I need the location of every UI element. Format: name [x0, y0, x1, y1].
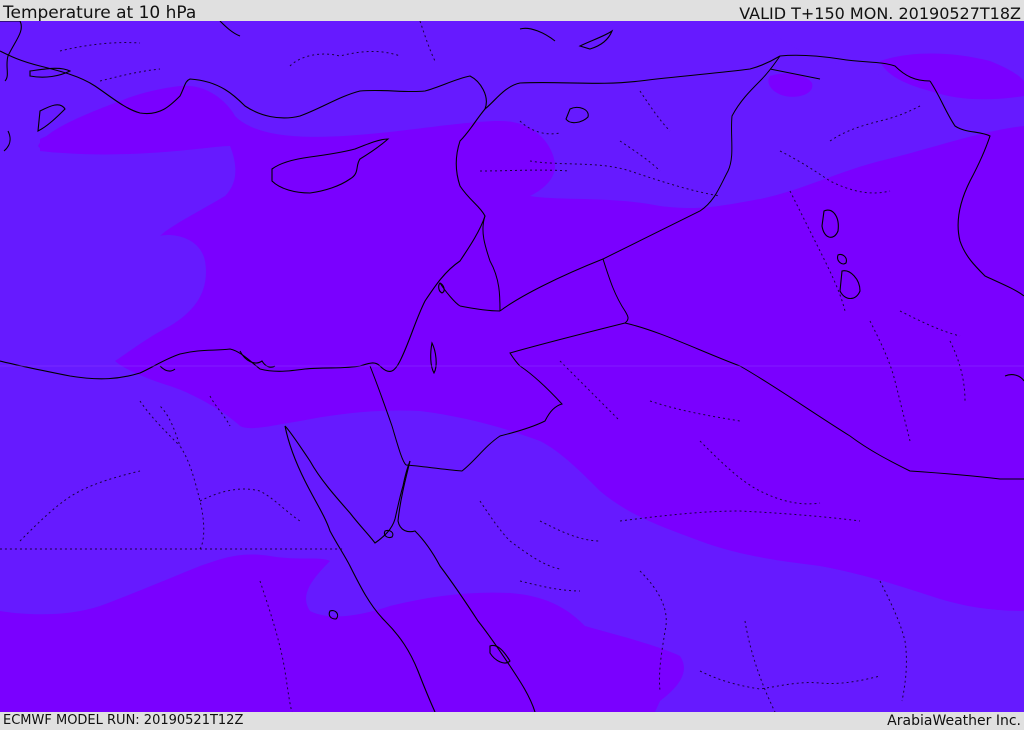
footer-bar: ECMWF MODEL RUN: 20190521T12Z ArabiaWeat… — [0, 712, 1024, 729]
header-bar: Temperature at 10 hPa VALID T+150 MON. 2… — [0, 0, 1024, 23]
map-title: Temperature at 10 hPa — [3, 3, 197, 23]
credit-label: ArabiaWeather Inc. — [887, 713, 1021, 729]
weather-map — [0, 21, 1024, 712]
map-canvas — [0, 21, 1024, 712]
model-run-label: ECMWF MODEL RUN: 20190521T12Z — [3, 713, 244, 728]
